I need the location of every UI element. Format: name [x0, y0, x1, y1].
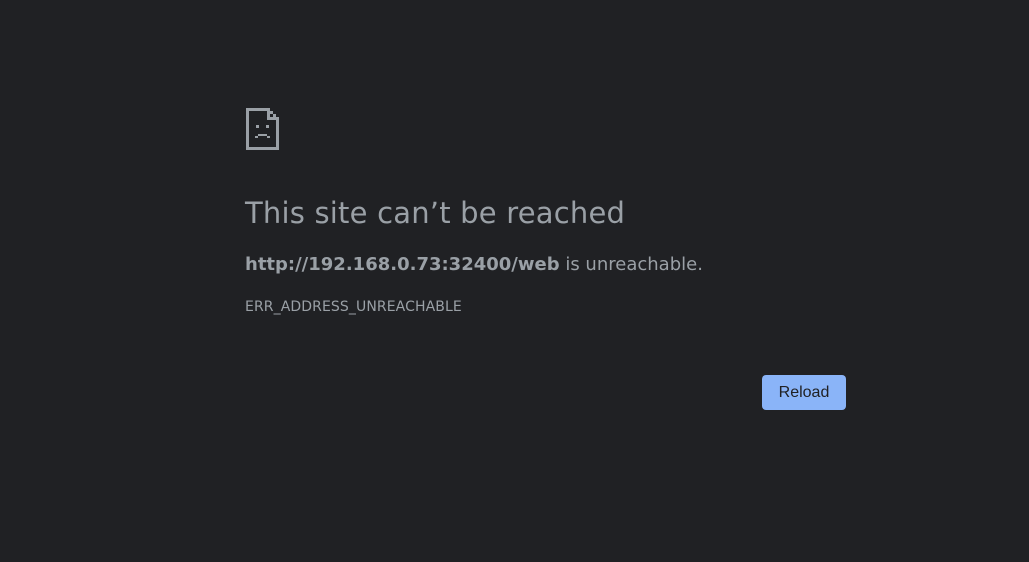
error-summary: http://192.168.0.73:32400/web is unreach…: [245, 254, 703, 275]
error-url: http://192.168.0.73:32400/web: [245, 254, 560, 275]
page-title: This site can’t be reached: [245, 196, 626, 230]
reload-button[interactable]: Reload: [762, 375, 846, 410]
error-page: This site can’t be reached http://192.16…: [0, 0, 1029, 562]
error-summary-suffix: is unreachable.: [559, 254, 703, 275]
sad-document-icon: [245, 107, 281, 151]
error-code: ERR_ADDRESS_UNREACHABLE: [245, 299, 462, 315]
